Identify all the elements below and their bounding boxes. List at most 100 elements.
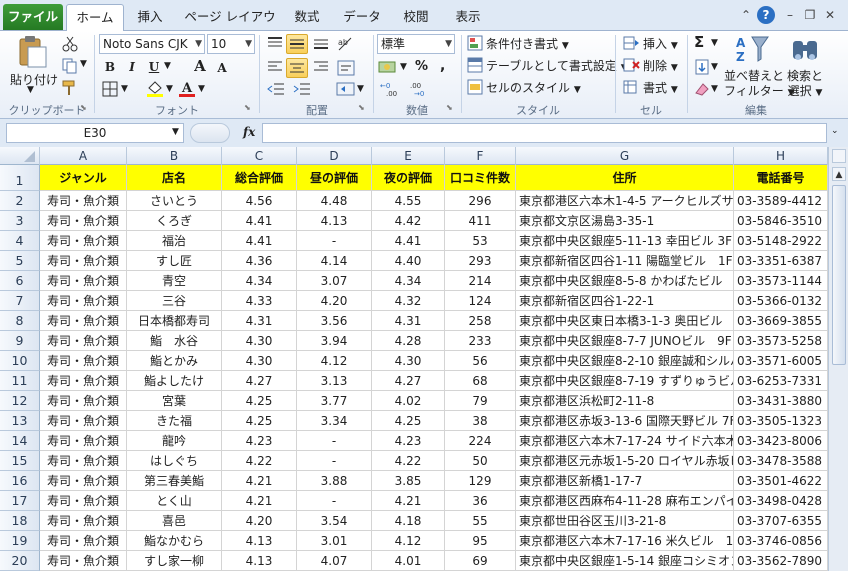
format-as-table-button[interactable]: テーブルとして書式設定 ▼ — [486, 57, 628, 74]
cell-overall-rating[interactable]: 4.30 — [222, 351, 297, 371]
cell-dinner-rating[interactable]: 3.85 — [372, 471, 445, 491]
cell-phone[interactable]: 03-3571-6005 — [734, 351, 828, 371]
cell-review-count[interactable]: 258 — [445, 311, 516, 331]
fill-color-dropdown-icon[interactable]: ▼ — [166, 84, 173, 94]
copy-dropdown-icon[interactable]: ▼ — [80, 59, 87, 69]
row-header[interactable]: 11 — [0, 371, 40, 391]
cell-genre[interactable]: 寿司・魚介類 — [40, 191, 127, 211]
cell-overall-rating[interactable]: 4.25 — [222, 391, 297, 411]
text-orientation-icon[interactable]: ab — [336, 35, 356, 53]
cell-address[interactable]: 東京都中央区銀座8-7-7 JUNOビル 9F — [516, 331, 734, 351]
autosum-button[interactable]: Σ — [694, 33, 704, 51]
row-header[interactable]: 20 — [0, 551, 40, 571]
scroll-up-icon[interactable]: ▲ — [832, 167, 846, 181]
cell-genre[interactable]: 寿司・魚介類 — [40, 351, 127, 371]
cell-shop-name[interactable]: 宮葉 — [127, 391, 222, 411]
align-top-icon[interactable] — [266, 35, 284, 51]
cell-shop-name[interactable]: きた福 — [127, 411, 222, 431]
cell-dinner-rating[interactable]: 4.31 — [372, 311, 445, 331]
row-header[interactable]: 10 — [0, 351, 40, 371]
cell-phone[interactable]: 03-3589-4412 — [734, 191, 828, 211]
cell-phone[interactable]: 03-3573-5258 — [734, 331, 828, 351]
cell-phone[interactable]: 03-5846-3510 — [734, 211, 828, 231]
cell-shop-name[interactable]: すし匠 — [127, 251, 222, 271]
cell-genre[interactable]: 寿司・魚介類 — [40, 451, 127, 471]
cell-lunch-rating[interactable]: 4.48 — [297, 191, 372, 211]
format-cells-icon[interactable] — [622, 79, 640, 95]
row-header[interactable]: 13 — [0, 411, 40, 431]
cell-shop-name[interactable]: 日本橋都寿司 — [127, 311, 222, 331]
grow-font-button[interactable]: A — [190, 56, 210, 76]
cell-genre[interactable]: 寿司・魚介類 — [40, 211, 127, 231]
column-header-b[interactable]: B — [127, 147, 222, 165]
cell-review-count[interactable]: 296 — [445, 191, 516, 211]
cell-address[interactable]: 東京都新宿区四谷1-11 陽臨堂ビル 1F — [516, 251, 734, 271]
formula-bar-resize-handle[interactable] — [190, 123, 230, 143]
cell-overall-rating[interactable]: 4.13 — [222, 551, 297, 571]
font-color-icon[interactable]: A — [178, 79, 196, 97]
select-all-button[interactable] — [0, 147, 40, 165]
italic-button[interactable]: I — [122, 57, 142, 77]
cell-genre[interactable]: 寿司・魚介類 — [40, 511, 127, 531]
cell-lunch-rating[interactable]: - — [297, 491, 372, 511]
cell-overall-rating[interactable]: 4.34 — [222, 271, 297, 291]
align-right-icon[interactable] — [312, 59, 330, 75]
formula-input[interactable] — [262, 123, 827, 143]
row-header[interactable]: 19 — [0, 531, 40, 551]
cut-icon[interactable] — [62, 36, 78, 52]
delete-cells-icon[interactable] — [622, 57, 640, 73]
cell-lunch-rating[interactable]: 3.34 — [297, 411, 372, 431]
cell-lunch-rating[interactable]: 4.07 — [297, 551, 372, 571]
cell-genre[interactable]: 寿司・魚介類 — [40, 371, 127, 391]
name-box-dropdown-icon[interactable]: ▼ — [172, 127, 179, 137]
clear-dropdown-icon[interactable]: ▼ — [711, 84, 718, 94]
close-icon[interactable]: ✕ — [821, 6, 839, 24]
tab-formulas[interactable]: 数式 — [284, 4, 330, 30]
cell-lunch-rating[interactable]: - — [297, 231, 372, 251]
cell-lunch-rating[interactable]: 3.13 — [297, 371, 372, 391]
worksheet-grid[interactable]: ABCDEFGH 1 2 3 4 5 6 7 8 9 10 11 12 13 14 15 16 17 18 19 20… — [0, 147, 828, 571]
row-header[interactable]: 8 — [0, 311, 40, 331]
cell-review-count[interactable]: 224 — [445, 431, 516, 451]
paste-dropdown-icon[interactable]: ▼ — [27, 85, 34, 95]
fill-color-icon[interactable] — [146, 79, 164, 97]
column-header-e[interactable]: E — [372, 147, 445, 165]
cell-dinner-rating[interactable]: 4.23 — [372, 431, 445, 451]
font-color-dropdown-icon[interactable]: ▼ — [198, 84, 205, 94]
cell-review-count[interactable]: 293 — [445, 251, 516, 271]
cell-phone[interactable]: 03-3423-8006 — [734, 431, 828, 451]
cell-lunch-rating[interactable]: 4.13 — [297, 211, 372, 231]
cell-lunch-rating[interactable]: 4.12 — [297, 351, 372, 371]
decrease-indent-icon[interactable] — [266, 81, 286, 97]
clear-icon[interactable] — [694, 81, 710, 97]
cell-lunch-rating[interactable]: 3.54 — [297, 511, 372, 531]
cell-review-count[interactable]: 79 — [445, 391, 516, 411]
column-header-c[interactable]: C — [222, 147, 297, 165]
font-name-select[interactable]: Noto Sans CJK ▼ — [99, 34, 205, 54]
cell-address[interactable]: 東京都中央区銀座8-5-8 かわばたビル — [516, 271, 734, 291]
delete-cells-button[interactable]: 削除 ▼ — [643, 57, 678, 74]
cell-phone[interactable]: 03-3669-3855 — [734, 311, 828, 331]
cell-review-count[interactable]: 95 — [445, 531, 516, 551]
cell-lunch-rating[interactable]: 4.14 — [297, 251, 372, 271]
cell-overall-rating[interactable]: 4.20 — [222, 511, 297, 531]
cell-phone[interactable]: 03-3505-1323 — [734, 411, 828, 431]
cell-review-count[interactable]: 68 — [445, 371, 516, 391]
cell-overall-rating[interactable]: 4.56 — [222, 191, 297, 211]
cell-overall-rating[interactable]: 4.27 — [222, 371, 297, 391]
borders-icon[interactable] — [102, 81, 118, 97]
cell-shop-name[interactable]: さいとう — [127, 191, 222, 211]
cell-phone[interactable]: 03-3562-7890 — [734, 551, 828, 571]
cell-address[interactable]: 東京都新宿区四谷1-22-1 — [516, 291, 734, 311]
row-header[interactable]: 16 — [0, 471, 40, 491]
cell-shop-name[interactable]: くろぎ — [127, 211, 222, 231]
cell-lunch-rating[interactable]: 3.94 — [297, 331, 372, 351]
column-header-h[interactable]: H — [734, 147, 828, 165]
merge-center-icon[interactable] — [336, 81, 356, 97]
cell-address[interactable]: 東京都港区西麻布4-11-28 麻布エンパイア — [516, 491, 734, 511]
cell-review-count[interactable]: 38 — [445, 411, 516, 431]
row-header[interactable]: 9 — [0, 331, 40, 351]
cell-overall-rating[interactable]: 4.36 — [222, 251, 297, 271]
cell-dinner-rating[interactable]: 4.41 — [372, 231, 445, 251]
underline-dropdown-icon[interactable]: ▼ — [164, 61, 171, 71]
